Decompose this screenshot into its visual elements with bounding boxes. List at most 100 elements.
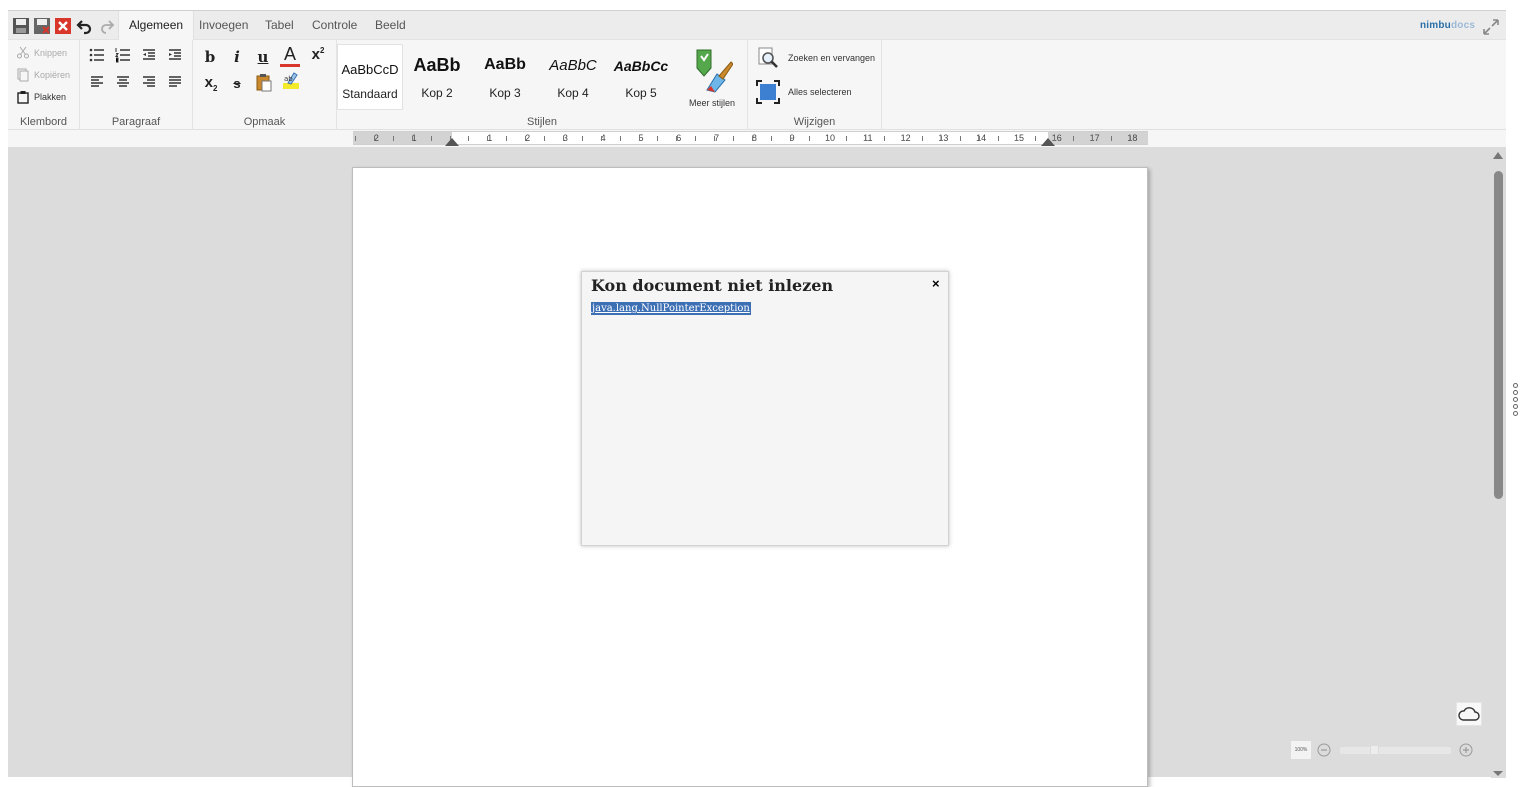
ruler-tick [487, 136, 488, 141]
bold-button[interactable]: b [200, 48, 220, 66]
highlight-icon[interactable]: ab [280, 70, 302, 92]
tab-tabel[interactable]: Tabel [255, 11, 304, 40]
ribbon: Knippen Kopiëren Plakken Klembord Paragr… [8, 40, 1506, 130]
ruler-tick [620, 136, 621, 141]
save-icon[interactable] [12, 17, 30, 35]
zoom-slider-thumb[interactable] [1370, 745, 1379, 755]
align-left-icon[interactable] [86, 70, 108, 92]
fullscreen-icon[interactable] [1481, 17, 1501, 37]
save-as-icon[interactable] [33, 17, 51, 35]
close-icon[interactable]: × [932, 276, 940, 291]
right-indent-marker-icon[interactable] [1041, 138, 1055, 146]
ruler-tick [1092, 136, 1093, 141]
ruler-tick [355, 136, 356, 141]
left-indent-marker-icon[interactable] [445, 138, 459, 146]
ruler-number: 14 [976, 133, 987, 143]
ruler-number: 18 [1127, 133, 1138, 143]
tab-beeld[interactable]: Beeld [365, 11, 416, 40]
app-window: Algemeen Invoegen Tabel Controle Beeld n… [8, 10, 1506, 787]
superscript-button[interactable]: x2 [308, 46, 328, 63]
style-kop-2[interactable]: AaBb Kop 2 [404, 44, 470, 110]
italic-button[interactable]: i [227, 48, 247, 66]
scroll-down-arrow-icon[interactable] [1493, 771, 1503, 776]
align-right-icon[interactable] [138, 70, 160, 92]
ruler-tick [865, 136, 866, 141]
paste-format-icon[interactable] [253, 72, 275, 94]
more-styles-button[interactable]: Meer stijlen [682, 44, 742, 114]
style-kop-4[interactable]: AaBbC Kop 4 [540, 44, 606, 110]
dialog-title: Kon document niet inlezen [591, 276, 834, 295]
style-kop-3[interactable]: AaBb Kop 3 [472, 44, 538, 110]
bullet-list-icon[interactable] [86, 44, 108, 66]
group-clipboard: Knippen Kopiëren Plakken Klembord [8, 40, 80, 130]
side-panel-grip[interactable] [1513, 383, 1519, 417]
group-edit: Zoeken en vervangen Alles selecteren Wij… [748, 40, 882, 130]
ruler-tick [733, 136, 734, 141]
group-styles: AaBbCcD Standaard AaBb Kop 2 AaBb Kop 3 … [337, 40, 748, 130]
undo-icon[interactable] [76, 17, 94, 35]
strikethrough-button[interactable]: s [227, 76, 247, 91]
ruler-number: 1 [487, 133, 493, 143]
ruler-tick [998, 136, 999, 141]
zoom-out-icon[interactable] [1317, 743, 1331, 757]
zoom-in-icon[interactable] [1459, 743, 1473, 757]
document-page[interactable]: Kon document niet inlezen × java.lang.Nu… [352, 167, 1148, 787]
ruler-tick [676, 136, 677, 141]
align-justify-icon[interactable] [164, 70, 186, 92]
scroll-up-arrow-icon[interactable] [1493, 152, 1503, 159]
ruler-tick [884, 136, 885, 141]
magnifier-icon [758, 47, 778, 68]
copy-button[interactable]: Kopiëren [14, 66, 70, 84]
ruler-tick [941, 136, 942, 141]
ruler-tick [771, 136, 772, 141]
ruler-tick [979, 136, 980, 141]
tab-invoegen[interactable]: Invoegen [189, 11, 258, 40]
paste-button[interactable]: Plakken [14, 88, 66, 106]
paint-brush-icon [696, 49, 733, 93]
font-color-button[interactable]: A [280, 45, 300, 67]
increase-indent-icon[interactable] [164, 44, 186, 66]
ruler-tick [809, 136, 810, 141]
paragraph-label: Paragraaf [111, 116, 161, 128]
ruler-tick [903, 136, 904, 141]
tab-controle[interactable]: Controle [302, 11, 367, 40]
ruler-tick [506, 136, 507, 141]
style-standaard[interactable]: AaBbCcD Standaard [337, 44, 403, 110]
group-paragraph: Paragraaf [80, 40, 193, 130]
scroll-thumb[interactable] [1494, 171, 1503, 499]
ruler[interactable]: 2 1 1 2 3 4 5 6 7 8 9 10 11 12 13 14 15 16 17 18 [353, 131, 1148, 146]
numbered-list-icon[interactable] [112, 44, 134, 66]
ruler-tick [393, 136, 394, 141]
style-kop-5[interactable]: AaBbCc Kop 5 [608, 44, 674, 110]
vertical-scrollbar[interactable] [1491, 149, 1506, 778]
ruler-tick [1073, 136, 1074, 141]
align-center-icon[interactable] [112, 70, 134, 92]
ruler-tick [1130, 136, 1131, 141]
error-message: java.lang.NullPointerException [591, 302, 751, 315]
tab-bar: Algemeen Invoegen Tabel Controle Beeld n… [8, 11, 1506, 40]
ruler-tick [752, 136, 753, 141]
styles-label: Stijlen [527, 116, 557, 128]
ruler-tick [827, 136, 828, 141]
ruler-number: 13 [938, 133, 949, 143]
ruler-tick [525, 136, 526, 141]
decrease-indent-icon[interactable] [138, 44, 160, 66]
ruler-number: 6 [676, 133, 682, 143]
clipboard-label: Klembord [19, 116, 68, 128]
redo-icon[interactable] [97, 17, 115, 35]
select-all-button[interactable]: Alles selecteren [756, 80, 852, 104]
brand-logo: nimbudocs [1420, 20, 1476, 31]
find-replace-button[interactable]: Zoeken en vervangen [756, 46, 875, 70]
group-format: b i u A x2 x2 s ab Opmaak [193, 40, 337, 130]
underline-button[interactable]: u [253, 48, 273, 66]
zoom-slider[interactable] [1340, 747, 1451, 754]
ruler-tick [1111, 136, 1112, 141]
subscript-button[interactable]: x2 [201, 74, 221, 93]
cut-button[interactable]: Knippen [14, 44, 67, 62]
ruler-tick [960, 136, 961, 141]
close-document-icon[interactable] [54, 17, 72, 35]
ruler-tick [1016, 136, 1017, 141]
clipboard-icon [17, 91, 29, 104]
tab-algemeen[interactable]: Algemeen [118, 11, 195, 40]
cloud-save-button[interactable] [1456, 702, 1482, 726]
